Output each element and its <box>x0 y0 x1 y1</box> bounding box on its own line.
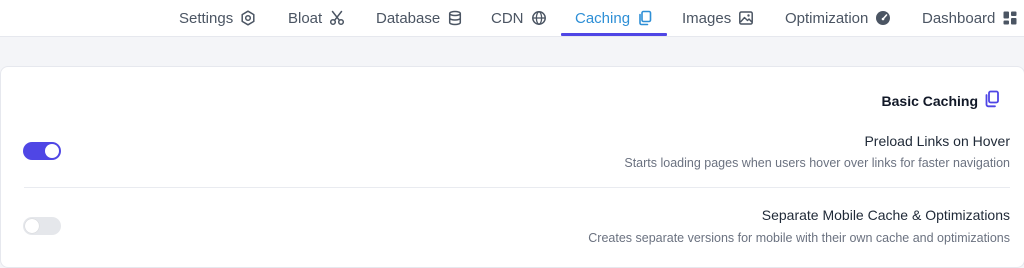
tab-database-label: Database <box>376 9 441 27</box>
active-tab-indicator <box>561 33 667 36</box>
section-title: Basic Caching <box>881 92 978 109</box>
tab-database[interactable]: Database <box>376 0 463 36</box>
toggle-knob <box>25 219 39 233</box>
tab-images-label: Images <box>682 9 732 27</box>
tab-cdn[interactable]: CDN <box>491 0 547 36</box>
tab-cdn-label: CDN <box>491 9 524 27</box>
scissors-icon <box>329 10 345 26</box>
tab-settings[interactable]: Settings <box>179 0 256 36</box>
dashboard-grid-icon <box>1002 10 1018 26</box>
preload-links-toggle[interactable] <box>23 142 61 160</box>
toggle-knob <box>45 144 59 158</box>
option-divider <box>24 187 1010 188</box>
tab-optimization[interactable]: Optimization <box>785 0 891 36</box>
tab-bloat[interactable]: Bloat <box>288 0 345 36</box>
tab-settings-label: Settings <box>179 9 234 27</box>
copy-icon <box>637 10 653 26</box>
copy-icon <box>984 90 1000 111</box>
tab-dashboard-label: Dashboard <box>922 9 996 27</box>
globe-icon <box>531 10 547 26</box>
database-icon <box>447 10 463 26</box>
option-title: Separate Mobile Cache & Optimizations <box>761 207 1010 223</box>
tab-caching-label: Caching <box>575 9 631 27</box>
top-navigation: Settings Bloat Database CDN Caching Imag… <box>0 0 1024 37</box>
hexagon-settings-icon <box>240 10 256 26</box>
tab-bloat-label: Bloat <box>288 9 323 27</box>
option-description: Creates separate versions for mobile wit… <box>588 231 1010 245</box>
section-header: Basic Caching <box>882 90 1000 111</box>
option-description: Starts loading pages when users hover ov… <box>624 156 1010 170</box>
separate-mobile-cache-toggle[interactable] <box>23 217 61 235</box>
tab-caching[interactable]: Caching <box>575 0 653 36</box>
tab-images[interactable]: Images <box>682 0 754 36</box>
tab-dashboard[interactable]: Dashboard <box>922 0 1018 36</box>
gauge-icon <box>875 10 891 26</box>
option-title: Preload Links on Hover <box>864 133 1010 149</box>
image-icon <box>738 10 754 26</box>
tab-optimization-label: Optimization <box>785 9 869 27</box>
